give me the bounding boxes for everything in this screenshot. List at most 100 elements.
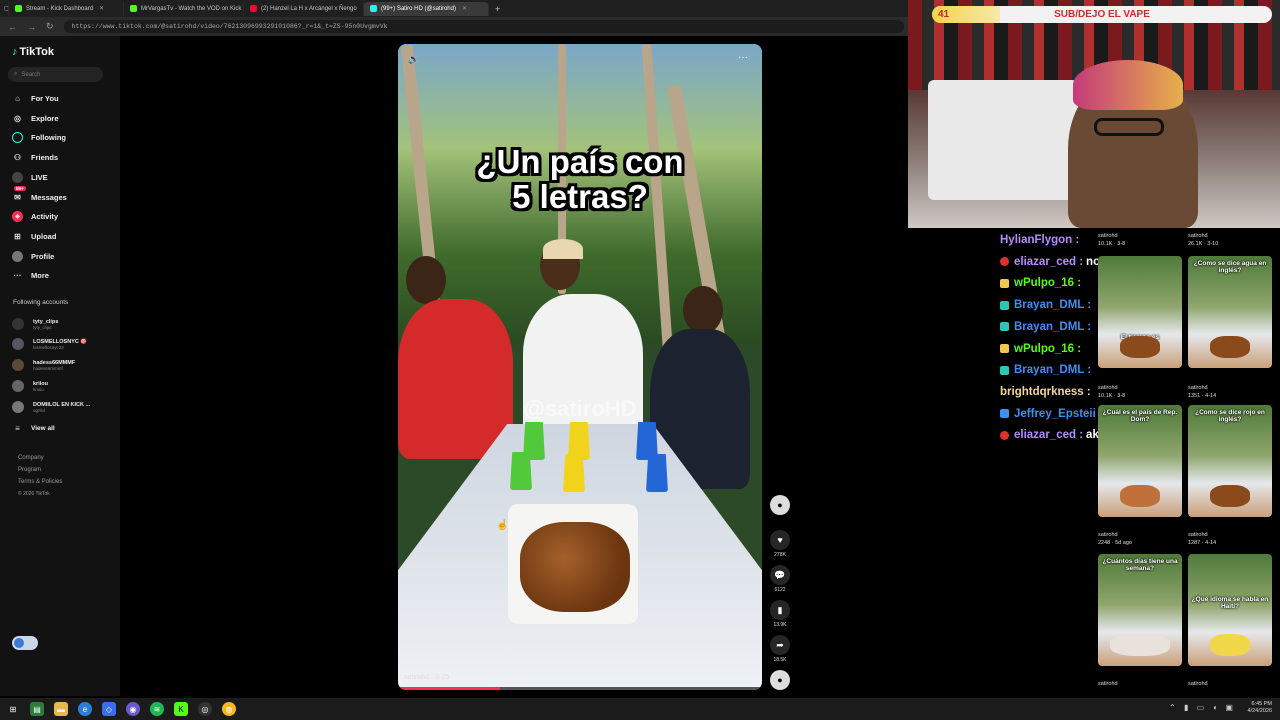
edge-browser-icon[interactable]: e [78,702,92,716]
bookmark-button[interactable]: ▮ 13.9K [768,600,792,628]
app-icon[interactable]: ▤ [30,702,44,716]
like-button[interactable]: ♥ 278K [768,530,792,558]
tab-menu-icon[interactable]: ▢ [0,1,9,16]
nav-for-you[interactable]: ⌂ For You [12,93,59,104]
chat-message: wPulpo_16 : [1000,277,1084,289]
close-icon[interactable]: ✕ [99,5,104,12]
tab-label: (99+) Satiro HD (@satirohd) [381,5,456,12]
video-thumbnail[interactable]: ¿Cuál es el país de Rep. Dom? [1098,405,1182,517]
webcam-overlay: 41 SUB/DEJO EL VAPE [908,0,1280,228]
kick-icon [130,5,137,12]
tiktok-logo[interactable]: ♪ TikTok [12,46,54,58]
account-item[interactable]: tyty_clips tyty_clips [12,318,58,330]
nav-explore[interactable]: ◎ Explore [12,113,59,124]
chat-username[interactable]: Jeffrey_Epsteii : [1014,408,1103,420]
search-input[interactable]: ⌕ Search [8,67,103,82]
chat-username[interactable]: eliazar_ced : [1014,256,1083,268]
windows-start-icon[interactable]: ⊞ [6,702,20,716]
chat-message: wPulpo_16 : [1000,343,1084,355]
chrome-icon[interactable]: ◍ [222,702,236,716]
view-all-link[interactable]: ≡ View all [12,423,55,434]
video-thumbnail[interactable]: ¿Qué idioma se habla en Haití? [1188,554,1272,666]
chat-username[interactable]: brightdqrkness : [1000,386,1091,398]
toggle-knob [14,638,24,648]
nav-following[interactable]: Following [12,132,66,143]
nav-profile[interactable]: Profile [12,251,54,262]
tab-tiktok[interactable]: (99+) Satiro HD (@satirohd) ✕ [364,1,489,16]
nav-label: Upload [31,232,57,241]
account-item[interactable]: kriiou kriiou [12,380,48,392]
new-tab-button[interactable]: + [489,2,506,16]
account-item[interactable]: hadess66MMMF hades66mmmf [12,359,75,371]
green-cup [523,422,545,460]
nav-friends[interactable]: ⚇ Friends [12,152,58,163]
app-icon[interactable]: ◉ [126,702,140,716]
search-placeholder: Search [21,71,41,78]
taskbar-clock[interactable]: 6:45 PM 4/24/2026 [1248,701,1272,715]
file-explorer-icon[interactable]: ▬ [54,702,68,716]
url-input[interactable]: https://www.tiktok.com/@satirohd/video/7… [63,20,904,33]
volume-icon[interactable]: 🔈 [408,54,419,65]
forward-icon[interactable]: → [27,22,36,32]
more-options-icon[interactable]: ··· [738,52,748,63]
nav-activity[interactable]: ◆ Activity [12,211,58,222]
close-icon[interactable]: ✕ [462,5,467,12]
comment-button[interactable]: 💬 6122 [768,565,792,593]
more-icon: ··· [13,271,22,280]
tab-kick-vod[interactable]: MrVargasTv - Watch the VOD on Kick ✕ [124,1,244,16]
footer-program[interactable]: Program [18,464,62,476]
search-icon: ⌕ [14,71,18,77]
nav-upload[interactable]: ⊞ Upload [12,231,56,242]
tiktok-note-icon: ♪ [12,46,18,58]
account-handle: ogrilol [33,407,46,413]
chat-username[interactable]: wPulpo_16 : [1014,277,1081,289]
tab-youtube[interactable]: (2) Hanzel La H x Arcángel x Ñengo ✕ [244,1,364,16]
account-item[interactable]: DOMIILOL EN KICK ... ogrilol [12,401,90,413]
thumb-food [1210,336,1250,358]
chat-username[interactable]: wPulpo_16 : [1014,343,1081,355]
url-text: https://www.tiktok.com/@satirohd/video/7… [71,23,388,30]
video-thumbnail[interactable]: ¿Cuántos días tiene una semana? [1098,554,1182,666]
video-thumbnail[interactable]: ¿Como se dice rojo en inglés? [1188,405,1272,517]
grid-meta: satirohd 1287 · 4-14 [1188,531,1216,547]
fried-chicken [520,522,630,612]
account-name: hadess66MMMF [33,359,76,366]
footer-company[interactable]: Company [18,452,62,464]
creator-avatar-button[interactable]: ● [768,495,792,515]
chat-username[interactable]: Brayan_DML : [1014,299,1091,311]
theme-toggle[interactable] [12,636,38,650]
chat-username[interactable]: Brayan_DML : [1014,364,1091,376]
nav-label: Following [31,133,66,142]
sound-avatar-button[interactable]: ● [768,670,792,690]
nav-more[interactable]: ··· More [12,270,49,281]
video-author[interactable]: satirohd · 3-25 [404,674,449,681]
app-icon[interactable]: ◇ [102,702,116,716]
mouse-cursor: ☝ [496,520,509,531]
chat-username[interactable]: HylianFlygon : [1000,234,1079,246]
kick-icon[interactable]: K [174,702,188,716]
chat-username[interactable]: Brayan_DML : [1014,321,1091,333]
logo-text: TikTok [19,46,54,58]
nav-live[interactable]: LIVE [12,172,48,183]
grid-likes: 10.1K · 3-8 [1098,393,1126,399]
footer-terms[interactable]: Terms & Policies [18,476,62,488]
system-tray-icons[interactable]: ⌃ ▮ ▭ ◖ ▣ [1169,703,1236,712]
share-button[interactable]: ➦ 18.5K [768,635,792,663]
video-player[interactable]: ¿Un país con 5 letras? @satiroHD 🔈 ··· s… [398,44,762,690]
caption-line-1: ¿Un país con [476,143,684,180]
obs-icon[interactable]: ◎ [198,702,212,716]
account-item[interactable]: LOSMELLOSNYC 🎯 losmellosnyc22 [12,338,87,350]
messages-badge: 99+ [14,186,26,191]
tab-kick-dashboard[interactable]: Stream - Kick Dashboard ✕ [9,1,124,16]
spotify-icon[interactable]: ≋ [150,702,164,716]
video-progress-bar[interactable] [398,687,762,690]
nav-messages[interactable]: ✉ 99+ Messages [12,186,67,203]
chat-message: HylianFlygon : [1000,234,1082,246]
reload-icon[interactable]: ↻ [46,21,54,32]
chat-username[interactable]: eliazar_ced : [1014,429,1083,441]
video-thumbnail[interactable]: El tiempo es [1098,256,1182,368]
video-thumbnail[interactable]: ¿Como se dice agua en inglés? [1188,256,1272,368]
account-handle: tyty_clips [33,324,52,330]
back-icon[interactable]: ← [8,22,17,32]
kick-icon [15,5,22,12]
